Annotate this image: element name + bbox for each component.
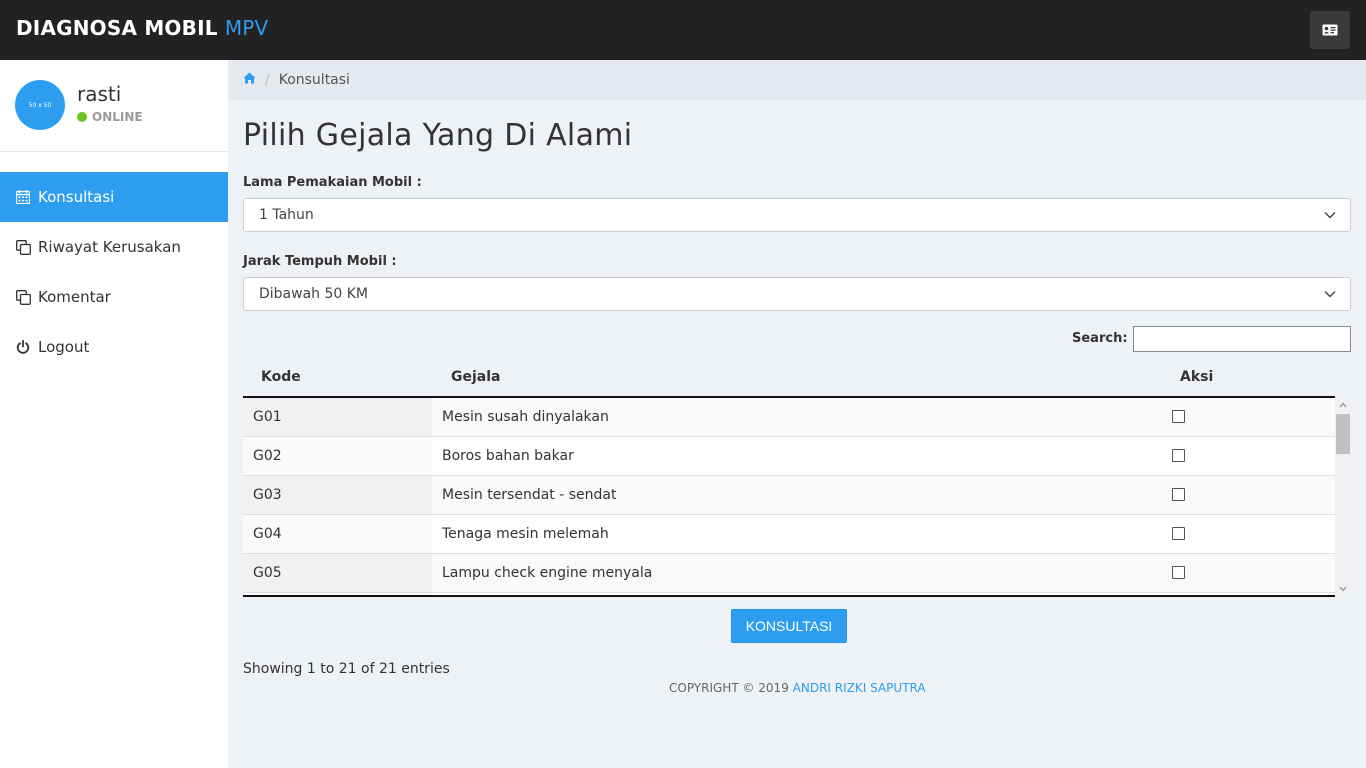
sidebar-item-logout[interactable]: Logout xyxy=(0,322,228,372)
breadcrumb-current: Konsultasi xyxy=(278,72,350,88)
status-label: ONLINE xyxy=(92,110,143,124)
table-header: Kode Gejala Aksi xyxy=(243,360,1335,398)
column-header-kode[interactable]: Kode xyxy=(261,369,301,385)
table-row: G02 Boros bahan bakar xyxy=(243,437,1335,476)
chevron-down-icon xyxy=(1324,212,1336,219)
sidebar-item-label: Konsultasi xyxy=(38,188,115,206)
table-row xyxy=(243,593,1335,595)
column-header-gejala[interactable]: Gejala xyxy=(451,369,500,385)
copy-icon xyxy=(15,239,31,255)
brand-main: DIAGNOSA MOBIL xyxy=(16,16,218,40)
lama-pemakaian-value: 1 Tahun xyxy=(259,207,314,223)
table-body: G01 Mesin susah dinyalakan G02 Boros bah… xyxy=(243,398,1335,597)
chevron-down-icon xyxy=(1324,291,1336,298)
id-card-icon xyxy=(1322,24,1338,36)
breadcrumb-separator: / xyxy=(265,72,270,88)
cell-kode: G04 xyxy=(243,515,432,553)
cell-kode xyxy=(243,593,432,595)
cell-gejala: Lampu check engine menyala xyxy=(442,565,653,581)
table-scrollbar[interactable] xyxy=(1335,398,1351,597)
page-title: Pilih Gejala Yang Di Alami xyxy=(243,118,633,153)
jarak-tempuh-value: Dibawah 50 KM xyxy=(259,286,369,302)
calendar-icon xyxy=(15,189,31,205)
sidebar: 50 x 50 rasti ONLINE Konsultasi Riwayat … xyxy=(0,60,228,768)
lama-pemakaian-label: Lama Pemakaian Mobil : xyxy=(243,175,422,190)
profile-card-button[interactable] xyxy=(1310,11,1350,49)
cell-gejala: Boros bahan bakar xyxy=(442,448,574,464)
power-icon xyxy=(15,339,31,355)
top-navbar: DIAGNOSA MOBIL MPV xyxy=(0,0,1366,60)
cell-kode: G05 xyxy=(243,554,432,592)
footer: COPYRIGHT © 2019 ANDRI RIZKI SAPUTRA xyxy=(669,681,926,695)
table-row: G05 Lampu check engine menyala xyxy=(243,554,1335,593)
sidebar-item-label: Riwayat Kerusakan xyxy=(38,238,181,256)
scroll-down-icon[interactable] xyxy=(1339,586,1347,592)
gejala-checkbox[interactable] xyxy=(1172,527,1185,540)
scroll-thumb[interactable] xyxy=(1336,414,1350,454)
copy-icon xyxy=(15,289,31,305)
username: rasti xyxy=(77,82,122,106)
table-row: G04 Tenaga mesin melemah xyxy=(243,515,1335,554)
table-row: G01 Mesin susah dinyalakan xyxy=(243,398,1335,437)
column-header-aksi[interactable]: Aksi xyxy=(1180,369,1213,385)
table-row: G03 Mesin tersendat - sendat xyxy=(243,476,1335,515)
sidebar-item-komentar[interactable]: Komentar xyxy=(0,272,228,322)
copyright-text: COPYRIGHT © 2019 xyxy=(669,681,789,695)
cell-gejala: Mesin tersendat - sendat xyxy=(442,487,617,503)
sidebar-item-riwayat-kerusakan[interactable]: Riwayat Kerusakan xyxy=(0,222,228,272)
cell-gejala: Mesin susah dinyalakan xyxy=(442,409,609,425)
sidebar-item-label: Komentar xyxy=(38,288,111,306)
cell-kode: G01 xyxy=(243,398,432,436)
home-icon[interactable] xyxy=(243,72,256,88)
jarak-tempuh-select[interactable]: Dibawah 50 KM xyxy=(243,277,1351,311)
breadcrumb: / Konsultasi xyxy=(228,60,1366,100)
status-dot-icon xyxy=(77,112,87,122)
gejala-checkbox[interactable] xyxy=(1172,410,1185,423)
cell-kode: G02 xyxy=(243,437,432,475)
gejala-checkbox[interactable] xyxy=(1172,449,1185,462)
user-profile: 50 x 50 rasti ONLINE xyxy=(0,60,228,152)
lama-pemakaian-select[interactable]: 1 Tahun xyxy=(243,198,1351,232)
app-brand[interactable]: DIAGNOSA MOBIL MPV xyxy=(16,16,268,40)
sidebar-item-konsultasi[interactable]: Konsultasi xyxy=(0,172,228,222)
jarak-tempuh-label: Jarak Tempuh Mobil : xyxy=(243,254,397,269)
cell-kode: G03 xyxy=(243,476,432,514)
author-link[interactable]: ANDRI RIZKI SAPUTRA xyxy=(793,681,926,695)
search-label: Search: xyxy=(1072,331,1128,346)
table-info: Showing 1 to 21 of 21 entries xyxy=(243,661,450,677)
avatar: 50 x 50 xyxy=(15,80,65,130)
cell-gejala: Tenaga mesin melemah xyxy=(442,526,609,542)
scroll-up-icon[interactable] xyxy=(1339,402,1347,408)
gejala-checkbox[interactable] xyxy=(1172,566,1185,579)
gejala-checkbox[interactable] xyxy=(1172,488,1185,501)
search-input[interactable] xyxy=(1133,326,1351,352)
konsultasi-button[interactable]: KONSULTASI xyxy=(731,609,847,643)
sidebar-item-label: Logout xyxy=(38,338,90,356)
online-status: ONLINE xyxy=(77,110,143,124)
brand-accent: MPV xyxy=(224,16,269,40)
